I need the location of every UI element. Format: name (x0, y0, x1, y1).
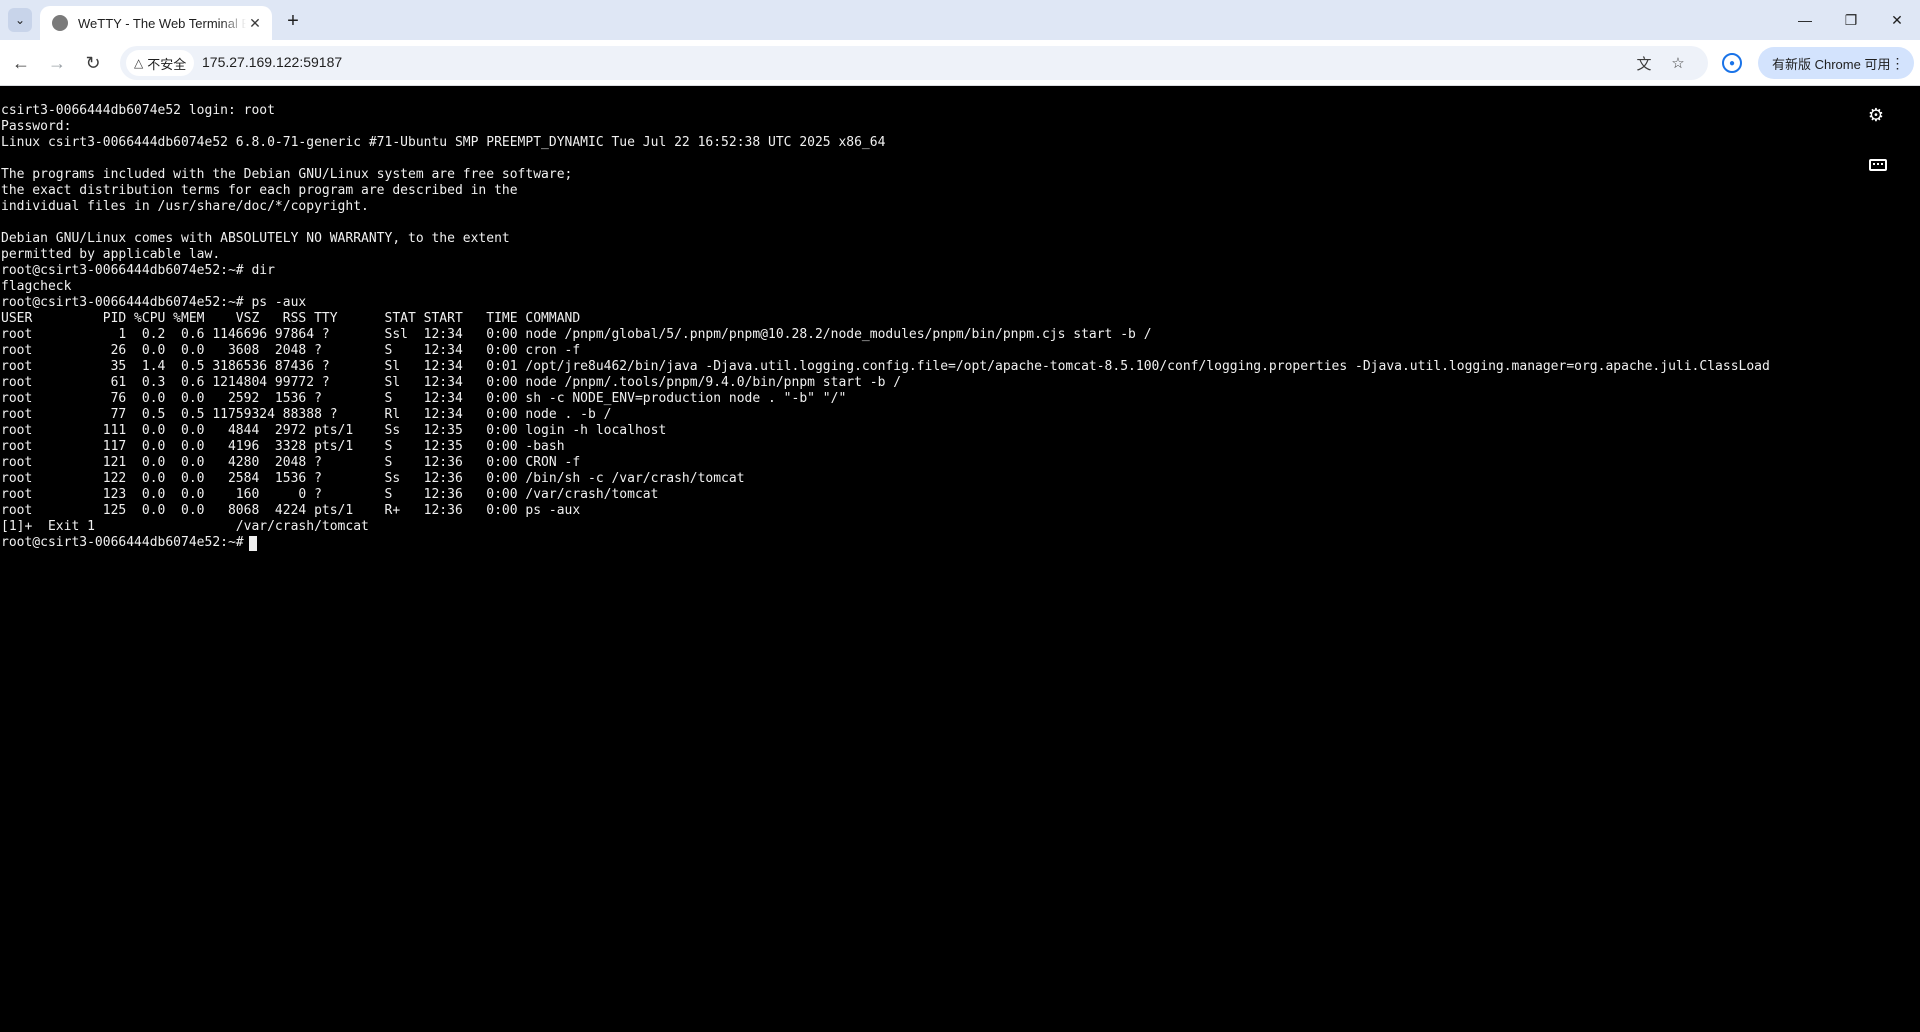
window-close-icon[interactable]: ✕ (1874, 0, 1920, 40)
keyboard-icon[interactable] (1864, 155, 1892, 175)
security-indicator[interactable]: △ 不安全 (126, 50, 195, 76)
restore-icon[interactable]: ❐ (1828, 0, 1874, 40)
kebab-menu-icon[interactable]: ⋮ (1890, 55, 1904, 72)
reload-icon[interactable]: ↻ (78, 48, 108, 78)
terminal-screen[interactable]: csirt3-0066444db6074e52 login: root Pass… (0, 87, 1920, 1032)
security-label: 不安全 (147, 56, 187, 72)
tab-title: WeTTY - The Web Terminal Emulator (78, 15, 246, 31)
url-text[interactable]: 175.27.169.122:59187 (202, 54, 342, 70)
gears-icon[interactable]: ⚙ (1862, 103, 1890, 127)
update-chrome-label: 有新版 Chrome 可用 (1772, 56, 1891, 72)
browser-tab[interactable]: WeTTY - The Web Terminal Emulator ✕ (40, 6, 272, 40)
browser-tab-strip: ⌄ WeTTY - The Web Terminal Emulator ✕ + … (0, 0, 1920, 40)
terminal-output: csirt3-0066444db6074e52 login: root Pass… (1, 103, 1770, 534)
terminal-prompt-line[interactable]: root@csirt3-0066444db6074e52:~# (1, 535, 257, 551)
chevron-down-icon[interactable]: ⌄ (8, 8, 32, 32)
warning-icon: △ (134, 56, 144, 70)
favicon-icon (52, 15, 68, 31)
terminal-cursor (248, 535, 257, 551)
update-chrome-button[interactable]: 有新版 Chrome 可用 ⋮ (1758, 47, 1914, 79)
arrow-left-icon[interactable]: ← (6, 48, 36, 78)
star-icon[interactable]: ☆ (1668, 53, 1688, 73)
arrow-right-icon[interactable]: → (42, 48, 72, 78)
minimize-icon[interactable]: — (1782, 0, 1828, 40)
profile-icon[interactable]: ● (1722, 53, 1742, 73)
terminal-prompt: root@csirt3-0066444db6074e52:~# (1, 535, 244, 550)
translate-icon[interactable]: 文 (1634, 53, 1654, 73)
address-bar[interactable]: △ 不安全 175.27.169.122:59187 文 ☆ (120, 46, 1708, 80)
new-tab-button[interactable]: + (280, 8, 306, 34)
close-icon[interactable]: ✕ (246, 14, 264, 32)
browser-toolbar: ← → ↻ △ 不安全 175.27.169.122:59187 文 ☆ ● 有… (0, 40, 1920, 86)
